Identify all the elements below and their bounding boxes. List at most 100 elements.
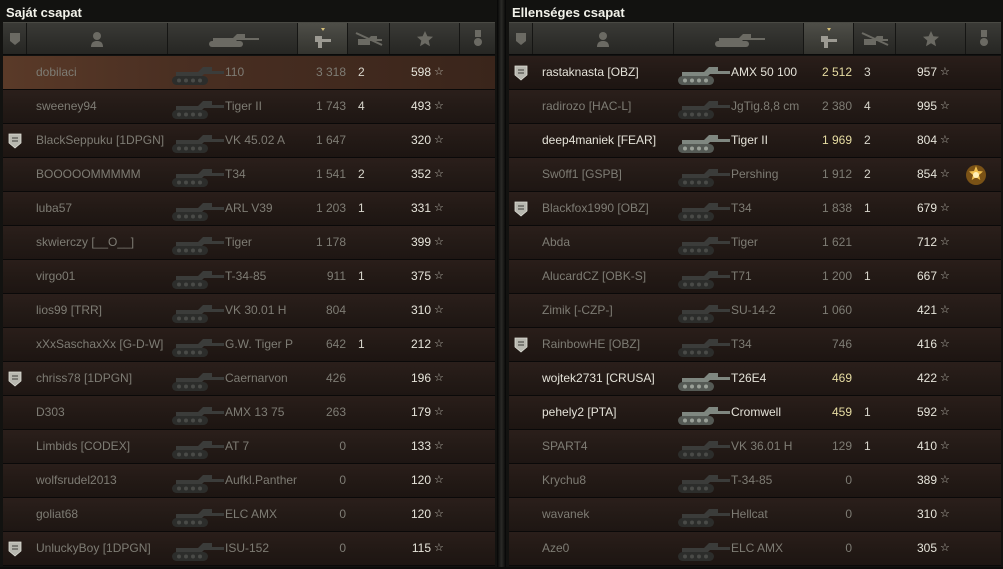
player-row[interactable]: Aze0 ELC AMX 0 305 ☆ xyxy=(509,532,1001,566)
col-medal-header[interactable] xyxy=(460,23,495,54)
damage-value: 1 541 xyxy=(315,167,346,181)
tank-icon xyxy=(168,534,226,564)
enemy-team-rows: rastaknasta [OBZ] AMX 50 100 2 512 3 957 ☆ rad… xyxy=(509,56,1001,566)
tank-icon xyxy=(674,126,732,156)
player-row[interactable]: Krychu8 T-34-85 0 389 ☆ xyxy=(509,464,1001,498)
col-vehicle-header[interactable] xyxy=(168,23,298,54)
player-row[interactable]: Limbids [CODEX] AT 7 0 133 ☆ xyxy=(3,430,495,464)
star-icon: ☆ xyxy=(940,338,950,350)
player-row[interactable]: virgo01 T-34-85 911 1 375 ☆ xyxy=(3,260,495,294)
player-row[interactable]: dobilaci 110 3 318 2 598 ☆ xyxy=(3,56,495,90)
player-row[interactable]: Blackfox1990 [OBZ] T34 1 838 1 679 ☆ xyxy=(509,192,1001,226)
tank-name: Pershing xyxy=(731,167,779,181)
player-row[interactable]: D303 AMX 13 75 263 179 ☆ xyxy=(3,396,495,430)
player-row[interactable]: RainbowHE [OBZ] T34 746 416 ☆ xyxy=(509,328,1001,362)
own-team-panel: Saját csapat dobilaci 110 3 318 2 598 ☆ … xyxy=(0,0,497,567)
tank-name: 110 xyxy=(225,65,245,79)
tank-icon xyxy=(168,58,226,88)
player-row[interactable]: Abda Tiger 1 621 712 ☆ xyxy=(509,226,1001,260)
col-rank-header[interactable] xyxy=(509,23,533,54)
player-row[interactable]: deep4maniek [FEAR] Tiger II 1 969 2 804 ☆ xyxy=(509,124,1001,158)
player-row[interactable]: Zimik [-CZP-] SU-14-2 1 060 421 ☆ xyxy=(509,294,1001,328)
player-row[interactable]: BOOOOOMMMMM T34 1 541 2 352 ☆ xyxy=(3,158,495,192)
tank-name: Aufkl.Panther xyxy=(225,473,298,487)
player-row[interactable]: wojtek2731 [CRUSA] T26E4 469 422 ☆ xyxy=(509,362,1001,396)
player-row[interactable]: Sw0ff1 [GSPB] Pershing 1 912 2 854 ☆ xyxy=(509,158,1001,192)
tank-icon xyxy=(714,33,765,47)
xp-value: 115 xyxy=(411,541,431,555)
col-damage-header[interactable] xyxy=(298,23,348,54)
xp-value: 212 xyxy=(410,337,431,351)
xp-value: 310 xyxy=(410,303,431,317)
player-name: xXxSaschaxXx [G-D-W] xyxy=(36,337,164,351)
col-vehicle-header[interactable] xyxy=(674,23,804,54)
tank-name: Tiger xyxy=(225,235,252,249)
player-row[interactable]: SPART4 VK 36.01 H 129 1 410 ☆ xyxy=(509,430,1001,464)
tank-name: VK 30.01 H xyxy=(225,303,287,317)
star-icon: ☆ xyxy=(940,304,950,316)
player-row[interactable]: goliat68 ELC AMX 0 120 ☆ xyxy=(3,498,495,532)
kills-value: 2 xyxy=(864,133,871,147)
damage-value: 1 647 xyxy=(315,133,346,147)
col-player-header[interactable] xyxy=(27,23,168,54)
damage-value: 2 512 xyxy=(821,65,852,79)
player-row[interactable]: BlackSeppuku [1DPGN] VK 45.02 A 1 647 320 ☆ xyxy=(3,124,495,158)
star-icon: ☆ xyxy=(434,270,444,282)
star-icon: ☆ xyxy=(434,100,444,112)
player-row[interactable]: lios99 [TRR] VK 30.01 H 804 310 ☆ xyxy=(3,294,495,328)
player-name: BlackSeppuku [1DPGN] xyxy=(36,133,165,147)
tank-name: SU-14-2 xyxy=(731,303,776,317)
xp-value: 375 xyxy=(410,269,431,283)
tank-name: VK 45.02 A xyxy=(225,133,286,147)
damage-value: 0 xyxy=(845,507,852,521)
col-xp-header[interactable] xyxy=(390,23,460,54)
player-name: deep4maniek [FEAR] xyxy=(542,133,657,147)
player-icon xyxy=(91,31,103,47)
col-xp-header[interactable] xyxy=(896,23,966,54)
damage-value: 1 621 xyxy=(821,235,852,249)
col-kills-header[interactable] xyxy=(854,23,896,54)
xp-value: 421 xyxy=(916,303,937,317)
damage-value: 459 xyxy=(831,405,852,419)
tank-name: T-34-85 xyxy=(225,269,267,283)
tank-name: T71 xyxy=(731,269,752,283)
rank-badge-icon xyxy=(514,65,528,81)
star-icon: ☆ xyxy=(434,66,444,78)
col-damage-header[interactable] xyxy=(804,23,854,54)
player-row[interactable]: luba57 ARL V39 1 203 1 331 ☆ xyxy=(3,192,495,226)
kills-icon xyxy=(355,31,382,46)
player-name: Zimik [-CZP-] xyxy=(542,303,613,317)
enemy-team-header xyxy=(509,22,1001,55)
rank-badge-icon xyxy=(8,371,22,387)
damage-value: 0 xyxy=(845,473,852,487)
player-row[interactable]: rastaknasta [OBZ] AMX 50 100 2 512 3 957 ☆ xyxy=(509,56,1001,90)
col-player-header[interactable] xyxy=(533,23,674,54)
col-rank-header[interactable] xyxy=(3,23,27,54)
player-row[interactable]: xXxSaschaxXx [G-D-W] G.W. Tiger P 642 1 212 ☆ xyxy=(3,328,495,362)
player-row[interactable]: wolfsrudel2013 Aufkl.Panther 0 120 ☆ xyxy=(3,464,495,498)
tank-name: T-34-85 xyxy=(731,473,773,487)
player-row[interactable]: radirozo [HAC-L] JgTig.8,8 cm 2 380 4 995 ☆ xyxy=(509,90,1001,124)
player-name: UnluckyBoy [1DPGN] xyxy=(36,541,151,555)
damage-value: 642 xyxy=(325,337,346,351)
damage-value: 746 xyxy=(831,337,852,351)
col-kills-header[interactable] xyxy=(348,23,390,54)
player-row[interactable]: sweeney94 Tiger II 1 743 4 493 ☆ xyxy=(3,90,495,124)
tank-name: ELC AMX xyxy=(225,507,278,521)
player-row[interactable]: skwierczy [__O__] Tiger 1 178 399 ☆ xyxy=(3,226,495,260)
own-team-header xyxy=(3,22,495,55)
medal-icon[interactable] xyxy=(964,163,988,187)
player-row[interactable]: wavanek Hellcat 0 310 ☆ xyxy=(509,498,1001,532)
player-row[interactable]: chriss78 [1DPGN] Caernarvon 426 196 ☆ xyxy=(3,362,495,396)
damage-value: 129 xyxy=(831,439,852,453)
tank-icon xyxy=(168,398,226,428)
star-icon xyxy=(416,30,433,46)
player-name: D303 xyxy=(36,405,65,419)
player-row[interactable]: UnluckyBoy [1DPGN] ISU-152 0 115 ☆ xyxy=(3,532,495,566)
player-row[interactable]: AlucardCZ [OBK-S] T71 1 200 1 667 ☆ xyxy=(509,260,1001,294)
star-icon: ☆ xyxy=(434,134,444,146)
tank-icon xyxy=(168,160,226,190)
col-medal-header[interactable] xyxy=(966,23,1001,54)
player-row[interactable]: pehely2 [PTA] Cromwell 459 1 592 ☆ xyxy=(509,396,1001,430)
tank-icon xyxy=(674,432,732,462)
